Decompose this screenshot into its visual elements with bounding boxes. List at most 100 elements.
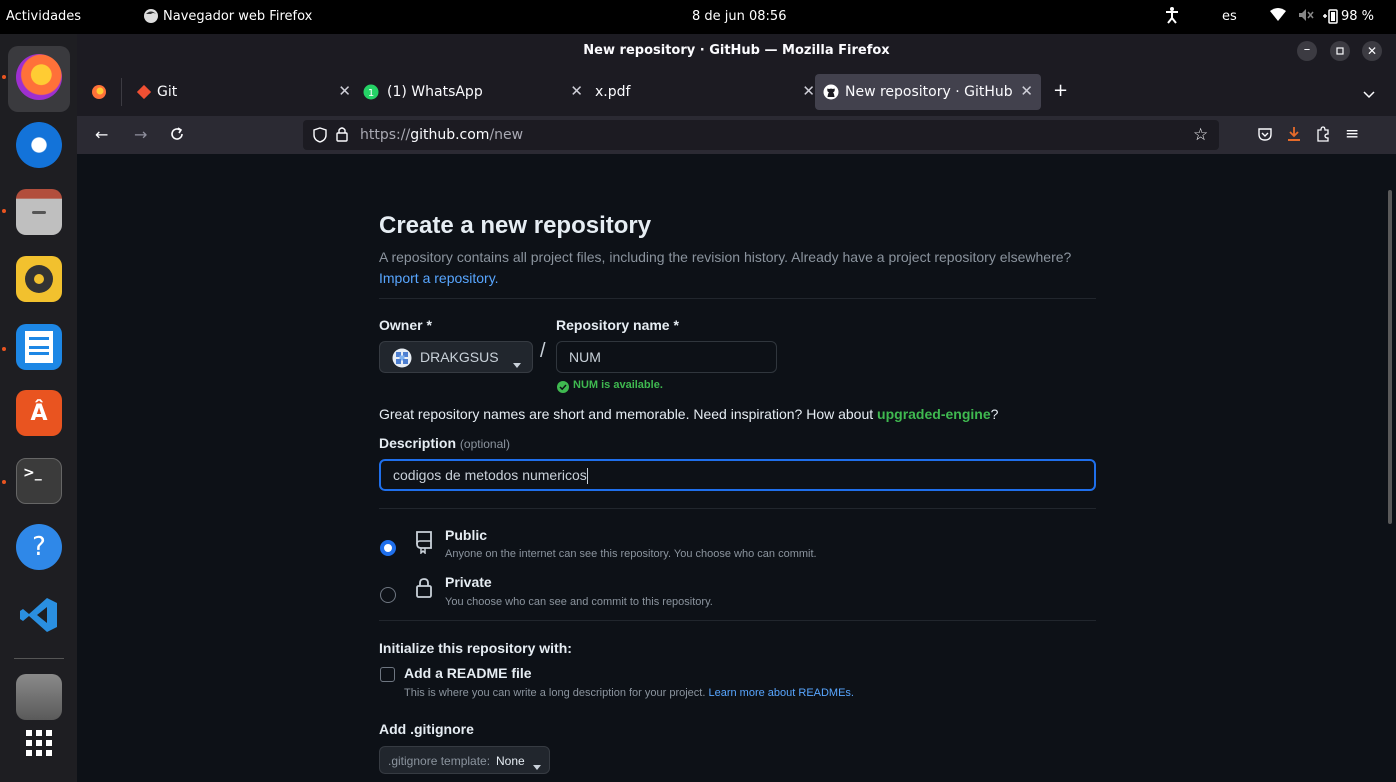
suggested-name-link[interactable]: upgraded-engine [877,406,991,422]
files-icon[interactable] [16,189,62,235]
text-cursor [586,468,588,485]
dock-separator [14,658,64,659]
repository-name-input[interactable]: NUM [556,341,777,373]
firefox-small-icon [143,8,159,28]
tab-label: (1) WhatsApp [387,84,483,100]
battery-percent: 98 % [1341,9,1375,24]
app-menu-icon[interactable]: ≡ [1345,124,1359,144]
firefox-view-icon[interactable] [91,84,107,104]
page-subtitle: A repository contains all project files,… [379,249,1072,265]
divider [379,508,1096,509]
software-store-icon[interactable]: Â [16,390,62,436]
clock[interactable]: 8 de jun 08:56 [692,9,786,24]
caret-down-icon [513,355,521,371]
private-radio[interactable] [380,587,396,603]
terminal-icon[interactable]: >_ [16,458,62,504]
keyboard-layout[interactable]: es [1222,9,1237,24]
firefox-icon[interactable] [16,54,62,100]
activities-button[interactable]: Actividades [6,9,81,24]
public-label[interactable]: Public [445,527,487,543]
divider [379,298,1096,299]
repo-icon [415,530,433,559]
tab-label: New repository · GitHub [845,84,1013,100]
wifi-icon[interactable] [1270,8,1286,26]
description-label: Description [379,435,457,451]
readme-checkbox[interactable] [380,667,395,682]
battery-icon[interactable] [1322,8,1338,28]
tab-whatsapp[interactable]: 1 (1) WhatsApp ✕ [359,74,591,110]
running-indicator [2,347,6,351]
tab-git[interactable]: Git ✕ [127,74,359,110]
bookmark-star-icon[interactable]: ☆ [1193,125,1208,145]
vscode-icon[interactable] [16,592,62,638]
tab-close-icon[interactable]: ✕ [802,82,815,100]
readme-label[interactable]: Add a README file [404,665,532,681]
accessibility-icon[interactable] [1165,6,1179,28]
github-icon [823,84,839,104]
drive-icon[interactable] [16,674,62,720]
lock-icon [415,577,433,604]
gitignore-heading: Add .gitignore [379,721,474,737]
owner-slash: / [540,340,546,362]
description-value: codigos de metodos numericos [393,467,587,483]
new-tab-button[interactable]: + [1053,80,1068,101]
tab-close-icon[interactable]: ✕ [338,82,351,100]
forward-button[interactable]: → [134,125,147,144]
tab-close-icon[interactable]: ✕ [1020,82,1033,100]
navigation-toolbar: ← → https://github.com/new ☆ ≡ [77,116,1396,154]
owner-value: DRAKGSUS [420,349,499,365]
description-input[interactable]: codigos de metodos numericos [379,459,1096,491]
downloads-icon[interactable] [1286,125,1302,147]
lock-icon[interactable] [335,126,349,146]
url-path: /new [489,127,524,143]
focused-app-name[interactable]: Navegador web Firefox [163,9,312,24]
system-top-bar: Actividades Navegador web Firefox 8 de j… [0,0,1396,34]
tab-pdf[interactable]: x.pdf ✕ [591,74,823,110]
reload-icon[interactable] [169,126,185,146]
back-button[interactable]: ← [95,125,108,144]
import-repository-link[interactable]: Import a repository. [379,270,499,286]
public-radio[interactable] [380,540,396,556]
tab-bar: Git ✕ 1 (1) WhatsApp ✕ x.pdf ✕ New repos… [77,68,1396,116]
minimize-button[interactable]: – [1297,41,1317,61]
gitignore-template-dropdown[interactable]: .gitignore template: None [379,746,550,774]
caret-down-icon [533,759,541,773]
dock: Â >_ ? [0,34,77,782]
tab-close-icon[interactable]: ✕ [570,82,583,100]
pocket-icon[interactable] [1257,126,1273,146]
git-icon [136,84,152,103]
gitignore-prefix: .gitignore template: [388,754,491,768]
readme-description-text: This is where you can write a long descr… [404,687,706,699]
running-indicator [2,75,6,79]
running-indicator [2,480,6,484]
inspiration-prefix: Great repository names are short and mem… [379,406,874,422]
private-label[interactable]: Private [445,574,492,590]
volume-muted-icon[interactable] [1298,8,1314,26]
window-titlebar[interactable]: New repository · GitHub — Mozilla Firefo… [77,34,1396,68]
gitignore-value: None [496,754,525,768]
readme-description: This is where you can write a long descr… [404,687,854,699]
close-window-button[interactable]: ✕ [1362,41,1382,61]
page-scrollbar[interactable] [1388,190,1392,524]
description-heading: Description (optional) [379,435,510,451]
extensions-icon[interactable] [1315,125,1331,147]
initialize-heading: Initialize this repository with: [379,640,572,656]
thunderbird-icon[interactable] [16,122,62,168]
url-scheme: https:// [360,127,411,143]
tracking-protection-icon[interactable] [313,127,327,147]
inspiration-end: ? [990,406,999,422]
libreoffice-writer-icon[interactable] [16,324,62,370]
app-grid-icon[interactable] [16,720,62,766]
help-icon[interactable]: ? [16,524,62,570]
whatsapp-icon: 1 [363,84,379,104]
description-optional: (optional) [459,437,510,451]
url-bar[interactable]: https://github.com/new ☆ [303,120,1219,150]
rhythmbox-icon[interactable] [16,256,62,302]
list-all-tabs-icon[interactable] [1363,84,1375,103]
url-text[interactable]: https://github.com/new [360,127,523,143]
tab-new-repository[interactable]: New repository · GitHub ✕ [815,74,1041,110]
owner-dropdown[interactable]: DRAKGSUS [379,341,533,373]
learn-more-readmes-link[interactable]: Learn more about READMEs. [708,687,854,699]
repository-name-label: Repository name * [556,317,679,333]
maximize-button[interactable] [1330,41,1350,61]
